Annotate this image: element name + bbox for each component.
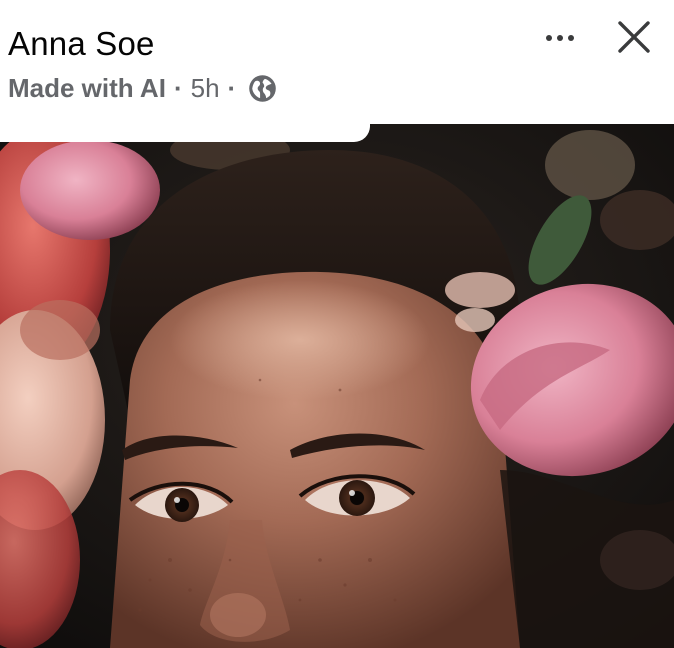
more-options-button[interactable] [538, 18, 582, 58]
close-icon [618, 21, 650, 53]
close-button[interactable] [608, 16, 660, 62]
post-photo[interactable] [0, 124, 674, 648]
globe-icon[interactable] [248, 74, 277, 103]
more-horizontal-icon [546, 35, 552, 41]
post-header: Anna Soe Made with AI · 5h · [0, 0, 370, 142]
meta-separator: · [173, 72, 183, 103]
meta-separator-2: · [227, 72, 237, 103]
post-meta: Made with AI · 5h · [8, 70, 277, 106]
ai-label[interactable]: Made with AI [8, 73, 166, 104]
post-timestamp[interactable]: 5h [191, 73, 220, 104]
author-name[interactable]: Anna Soe [8, 24, 155, 64]
post-viewer: Anna Soe Made with AI · 5h · [0, 0, 674, 648]
